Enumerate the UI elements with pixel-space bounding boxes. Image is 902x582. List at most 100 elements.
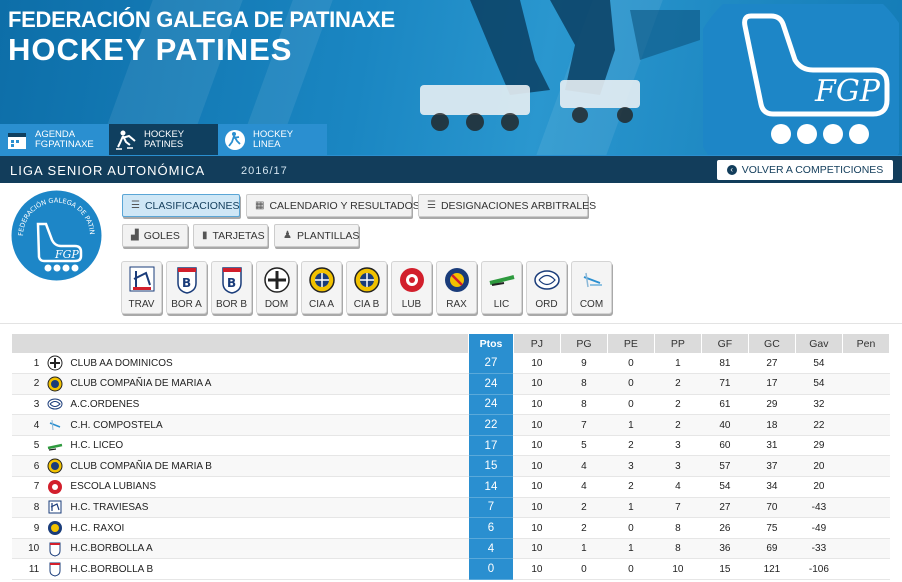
lost-cell: 2 bbox=[654, 414, 702, 436]
table-row[interactable]: 5 H.C. LICEO 17 10 5 2 3 60 31 29 bbox=[12, 435, 890, 457]
team-shortcut-lub[interactable]: LUB bbox=[391, 261, 432, 314]
back-to-competitions-button[interactable]: ‹ VOLVER A COMPETICIONES bbox=[717, 160, 893, 180]
lost-cell: 4 bbox=[654, 476, 702, 498]
column-header-gf[interactable]: GF bbox=[701, 334, 749, 353]
lost-cell: 2 bbox=[654, 394, 702, 416]
column-header-gav[interactable]: Gav bbox=[795, 334, 843, 353]
list-icon: ☰ bbox=[131, 200, 140, 211]
column-header-gc[interactable]: GC bbox=[748, 334, 796, 353]
table-row[interactable]: 11 H.C.BORBOLLA B 0 10 0 0 10 15 121 -10… bbox=[12, 558, 890, 581]
team-shortcut-bor-a[interactable]: B BOR A bbox=[166, 261, 207, 314]
table-row[interactable]: 10 H.C.BORBOLLA A 4 10 1 1 8 36 69 -33 bbox=[12, 538, 890, 560]
tab-label: DESIGNACIONES ARBITRALES bbox=[440, 199, 597, 212]
table-row[interactable]: 8 H.C. TRAVIESAS 7 10 2 1 7 27 70 -43 bbox=[12, 497, 890, 519]
goals-for-cell: 36 bbox=[701, 538, 749, 560]
team-name-cell[interactable]: CLUB COMPAÑIA DE MARIA B bbox=[68, 455, 469, 478]
nav-tab-agenda[interactable]: AGENDA FGPATINAXE bbox=[0, 124, 109, 155]
team-name-cell[interactable]: H.C. RAXOI bbox=[68, 517, 469, 539]
won-cell: 1 bbox=[560, 538, 608, 560]
goals-against-cell: 18 bbox=[748, 414, 796, 436]
table-row[interactable]: 9 H.C. RAXOI 6 10 2 0 8 26 75 -49 bbox=[12, 517, 890, 539]
goals-against-cell: 69 bbox=[748, 538, 796, 560]
lost-cell: 3 bbox=[654, 435, 702, 457]
team-shortcut-label: LUB bbox=[401, 299, 422, 310]
column-header-pg[interactable]: PG bbox=[560, 334, 608, 353]
team-shortcut-rax[interactable]: RAX bbox=[436, 261, 477, 314]
penalty-cell bbox=[842, 558, 890, 581]
section-nav: AGENDA FGPATINAXE HOCKEY PATINES HOCKEY … bbox=[0, 124, 327, 155]
points-cell: 22 bbox=[468, 414, 514, 436]
skater-photo-image bbox=[420, 0, 700, 131]
goals-for-cell: 54 bbox=[701, 476, 749, 498]
column-header-pen[interactable]: Pen bbox=[842, 334, 891, 353]
team-name-cell[interactable]: H.C.BORBOLLA B bbox=[68, 558, 469, 581]
table-row[interactable]: 7 ESCOLA LUBIANS 14 10 4 2 4 54 34 20 bbox=[12, 476, 890, 498]
team-name-cell[interactable]: H.C. TRAVIESAS bbox=[68, 497, 469, 519]
team-shortcut-label: BOR A bbox=[171, 299, 202, 310]
team-shortcut-label: COM bbox=[579, 299, 604, 310]
drawn-cell: 1 bbox=[607, 414, 655, 436]
table-row[interactable]: 1 CLUB AA DOMINICOS 27 10 9 0 1 81 27 54 bbox=[12, 353, 890, 375]
tab-clasificaciones[interactable]: ☰ CLASIFICACIONES bbox=[122, 194, 240, 217]
team-shortcut-label: LIC bbox=[493, 299, 510, 310]
won-cell: 4 bbox=[560, 476, 608, 498]
team-shortcut-cia-b[interactable]: CIA B bbox=[346, 261, 387, 314]
column-header-pe[interactable]: PE bbox=[607, 334, 655, 353]
borbolla-crest-icon bbox=[49, 562, 61, 577]
nav-tab-hockey-linea[interactable]: HOCKEY LINEA bbox=[218, 124, 327, 155]
table-row[interactable]: 3 A.C.ORDENES 24 10 8 0 2 61 29 32 bbox=[12, 394, 890, 416]
team-shortcut-cia-a[interactable]: CIA A bbox=[301, 261, 342, 314]
team-name-cell[interactable]: H.C.BORBOLLA A bbox=[68, 538, 469, 560]
team-shortcut-dom[interactable]: DOM bbox=[256, 261, 297, 314]
team-crest-cell bbox=[41, 414, 69, 436]
penalty-cell bbox=[842, 455, 890, 478]
team-name-cell[interactable]: CLUB AA DOMINICOS bbox=[68, 353, 469, 375]
drawn-cell: 0 bbox=[607, 353, 655, 375]
header-title-section: HOCKEY PATINES bbox=[8, 32, 293, 67]
tab-plantillas[interactable]: ♟ PLANTILLAS bbox=[274, 224, 359, 247]
drawn-cell: 2 bbox=[607, 476, 655, 498]
federation-seal-logo: FEDERACIÓN GALEGA DE PATINAXE FGP bbox=[11, 190, 102, 281]
team-name-cell[interactable]: CLUB COMPAÑIA DE MARIA A bbox=[68, 373, 469, 395]
tab-goles[interactable]: ▟ GOLES bbox=[122, 224, 188, 247]
raxoi-crest-icon bbox=[444, 268, 469, 292]
tab-label: GOLES bbox=[143, 229, 180, 242]
hockey-skater-icon bbox=[116, 130, 136, 150]
table-row[interactable]: 2 CLUB COMPAÑIA DE MARIA A 24 10 8 0 2 7… bbox=[12, 373, 890, 395]
tab-calendario-resultados[interactable]: ▦ CALENDARIO Y RESULTADOS bbox=[246, 194, 420, 217]
table-row[interactable]: 4 C.H. COMPOSTELA 22 10 7 1 2 40 18 22 bbox=[12, 414, 890, 436]
team-shortcut-label: CIA B bbox=[353, 299, 380, 310]
tab-tarjetas[interactable]: ▮ TARJETAS bbox=[193, 224, 268, 247]
team-name-cell[interactable]: A.C.ORDENES bbox=[68, 394, 469, 416]
borbolla-crest-icon: B bbox=[221, 267, 242, 294]
compania-maria-crest-icon bbox=[47, 458, 63, 474]
team-column-header bbox=[12, 334, 469, 353]
team-shortcut-ord[interactable]: ORD bbox=[526, 261, 567, 314]
team-shortcut-bor-b[interactable]: B BOR B bbox=[211, 261, 252, 314]
team-name-cell[interactable]: ESCOLA LUBIANS bbox=[68, 476, 469, 498]
penalty-cell bbox=[842, 373, 890, 395]
team-shortcut-trav[interactable]: TRAV bbox=[121, 261, 162, 314]
drawn-cell: 0 bbox=[607, 517, 655, 539]
team-name-cell[interactable]: C.H. COMPOSTELA bbox=[68, 414, 469, 436]
team-crest-cell bbox=[41, 497, 69, 519]
column-header-pj[interactable]: PJ bbox=[513, 334, 561, 353]
column-header-pp[interactable]: PP bbox=[654, 334, 702, 353]
goals-against-cell: 121 bbox=[748, 558, 796, 581]
goal-average-cell: -33 bbox=[795, 538, 843, 560]
goals-against-cell: 31 bbox=[748, 435, 796, 457]
page: FEDERACIÓN GALEGA DE PATINAXE HOCKEY PAT… bbox=[0, 0, 902, 582]
points-cell: 0 bbox=[468, 558, 514, 581]
tab-designaciones-arbitrales[interactable]: ☰ DESIGNACIONES ARBITRALES bbox=[418, 194, 596, 217]
nav-tab-hockey-patines[interactable]: HOCKEY PATINES bbox=[109, 124, 218, 155]
won-cell: 9 bbox=[560, 353, 608, 375]
team-shortcut-com[interactable]: COM bbox=[571, 261, 612, 314]
played-cell: 10 bbox=[513, 373, 561, 395]
table-row[interactable]: 6 CLUB COMPAÑIA DE MARIA B 15 10 4 3 3 5… bbox=[12, 455, 890, 478]
lost-cell: 1 bbox=[654, 353, 702, 375]
team-shortcut-lic[interactable]: LIC bbox=[481, 261, 522, 314]
penalty-cell bbox=[842, 435, 890, 457]
team-name-cell[interactable]: H.C. LICEO bbox=[68, 435, 469, 457]
column-header-ptos[interactable]: Ptos bbox=[468, 334, 514, 353]
nav-tab-label: AGENDA FGPATINAXE bbox=[35, 128, 94, 150]
